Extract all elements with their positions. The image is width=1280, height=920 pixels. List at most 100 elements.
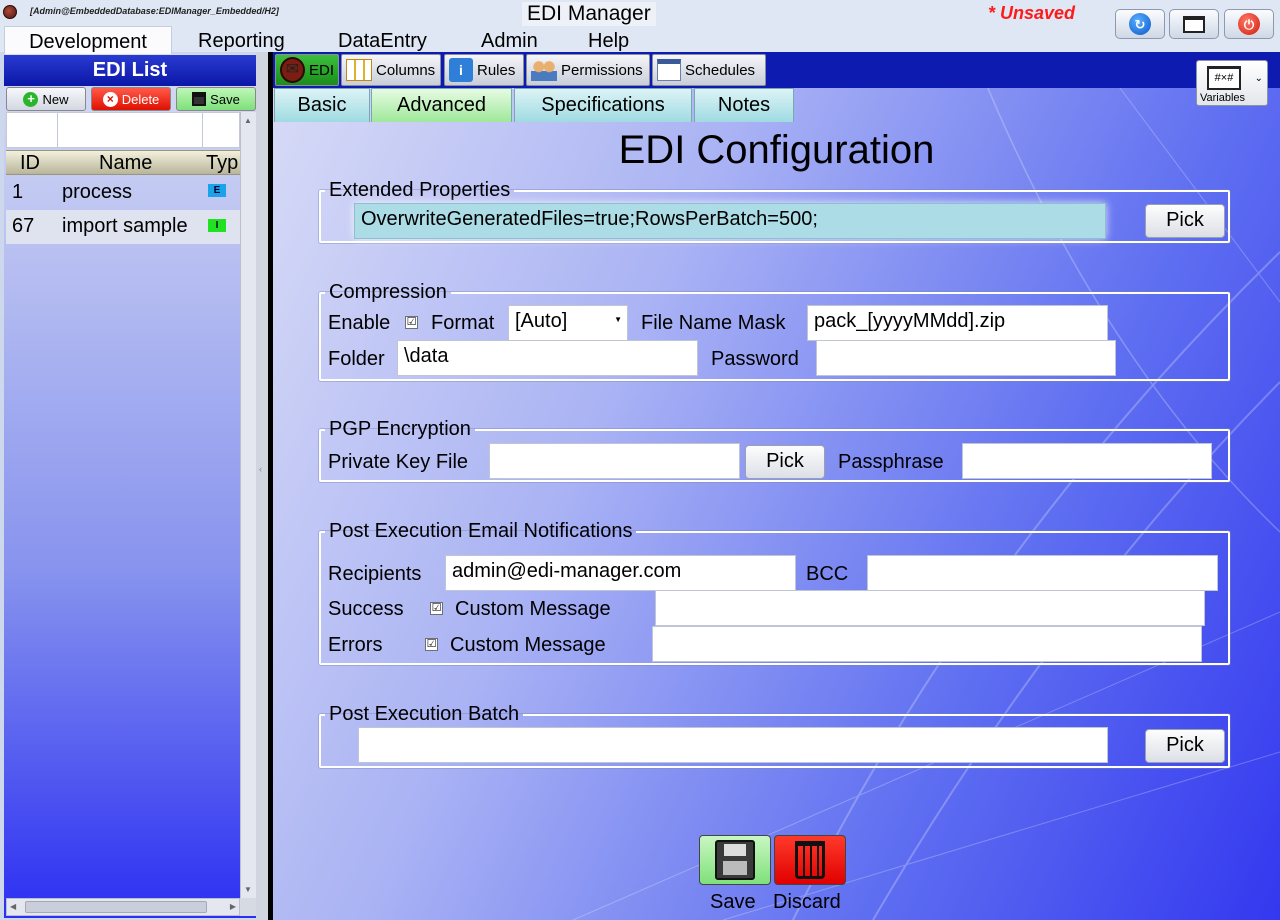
filter-row [6,112,240,148]
errors-label: Errors [328,634,383,656]
type-badge: I [208,219,226,232]
delete-button-label: Delete [121,91,160,107]
filter-name-input[interactable] [58,113,203,147]
extended-pick-button[interactable]: Pick [1145,204,1225,238]
column-header-type[interactable]: Typ [206,152,240,175]
variables-label: Variables [1200,92,1246,104]
chevron-down-icon: ⌄ [1254,73,1263,84]
format-label: Format [431,312,495,334]
format-select[interactable]: [Auto] ▼ [508,305,628,341]
errors-message-input[interactable] [652,626,1202,662]
column-header-name[interactable]: Name [99,152,152,175]
power-icon: ⏻ [1238,13,1260,35]
menu-development[interactable]: Development [4,26,172,54]
scroll-right-icon[interactable]: ▶ [230,902,236,911]
tab-permissions[interactable]: Permissions [526,54,650,86]
scroll-down-icon[interactable]: ▼ [244,885,252,894]
row-id: 67 [12,215,35,237]
folder-input[interactable]: \data [397,340,698,376]
batch-input[interactable] [358,727,1108,763]
save-list-label: Save [210,91,240,107]
bcc-input[interactable] [867,555,1218,591]
discard-button[interactable] [774,835,846,885]
bcc-label: BCC [806,563,849,585]
tab-columns[interactable]: Columns [341,54,441,86]
menu-help[interactable]: Help [588,30,629,53]
table-row[interactable]: 67 import sample I [6,210,240,244]
users-icon [531,59,557,81]
discard-label: Discard [773,891,841,913]
tab-advanced[interactable]: Advanced [371,88,512,122]
extended-properties-input[interactable]: OverwriteGeneratedFiles=true;RowsPerBatc… [354,203,1106,239]
floppy-icon [192,92,207,106]
menu-reporting[interactable]: Reporting [198,30,285,53]
tab-basic[interactable]: Basic [274,88,370,122]
tab-specifications[interactable]: Specifications [514,88,692,122]
format-value: [Auto] [515,310,568,332]
dropdown-arrow-icon: ▼ [614,315,622,324]
folder-label: Folder [328,348,385,370]
enable-label: Enable [328,312,391,334]
scroll-left-icon[interactable]: ◀ [10,902,16,911]
save-list-button[interactable]: Save [176,87,256,111]
table-row[interactable]: 1 process E [6,176,240,210]
power-button[interactable]: ⏻ [1224,9,1274,39]
password-label: Password [711,348,799,370]
tab-schedules-label: Schedules [685,61,756,79]
batch-pick-button[interactable]: Pick [1145,729,1225,763]
column-header-id[interactable]: ID [20,152,40,175]
filter-id-input[interactable] [7,113,58,147]
recipients-label: Recipients [328,563,422,585]
app-logo-icon [3,5,17,19]
menu-admin[interactable]: Admin [481,30,538,53]
menu-dataentry[interactable]: DataEntry [338,30,427,53]
tab-edi[interactable]: ✉ EDI [275,54,339,86]
scroll-corner [240,898,256,916]
window-title: EDI Manager [522,2,656,26]
delete-button[interactable]: × Delete [91,87,171,111]
variables-icon: #×# [1207,66,1241,90]
recipients-input[interactable]: admin@edi-manager.com [445,555,796,591]
rules-icon: i [449,58,473,82]
refresh-button[interactable]: ↻ [1115,9,1165,39]
tab-columns-label: Columns [376,61,436,79]
email-legend: Post Execution Email Notifications [329,520,633,542]
passphrase-input[interactable] [962,443,1212,479]
success-message-input[interactable] [655,590,1205,626]
new-button[interactable]: + New [6,87,86,111]
maximize-button[interactable] [1169,9,1219,39]
edi-list-title: EDI List [4,55,256,86]
file-name-mask-input[interactable]: pack_[yyyyMMdd].zip [807,305,1108,341]
table-header: ID Name Typ [6,150,240,175]
success-label: Success [328,598,404,620]
delete-x-icon: × [102,91,118,107]
scroll-up-icon[interactable]: ▲ [244,116,252,125]
scroll-thumb[interactable] [25,901,207,913]
tab-schedules[interactable]: Schedules [652,54,766,86]
save-label: Save [710,891,756,913]
private-key-input[interactable] [489,443,740,479]
enable-checkbox[interactable]: ☑ [405,316,418,329]
save-button[interactable] [699,835,771,885]
private-key-pick-button[interactable]: Pick [745,445,825,479]
filter-type-input[interactable] [203,113,241,147]
compression-legend: Compression [329,281,447,303]
tab-notes[interactable]: Notes [694,88,794,122]
horizontal-scrollbar[interactable]: ◀ ▶ [6,898,240,916]
password-input[interactable] [816,340,1116,376]
collapse-arrow-icon[interactable]: ‹ [259,464,262,474]
file-name-mask-label: File Name Mask [641,312,786,334]
success-custom-checkbox[interactable]: ☑ [430,602,443,615]
extended-properties-legend: Extended Properties [329,179,511,201]
tab-permissions-label: Permissions [561,61,643,79]
trash-icon [795,841,825,879]
vertical-scrollbar[interactable]: ▲ ▼ [240,112,256,898]
panel-splitter[interactable]: ‹ [256,52,268,920]
plus-icon: + [23,91,39,107]
floppy-disk-icon [715,840,755,880]
private-key-label: Private Key File [328,451,469,473]
variables-button[interactable]: #×# ⌄ Variables [1196,60,1268,106]
errors-custom-checkbox[interactable]: ☑ [425,638,438,651]
tab-rules[interactable]: i Rules [444,54,524,86]
envelope-icon: ✉ [280,57,305,83]
